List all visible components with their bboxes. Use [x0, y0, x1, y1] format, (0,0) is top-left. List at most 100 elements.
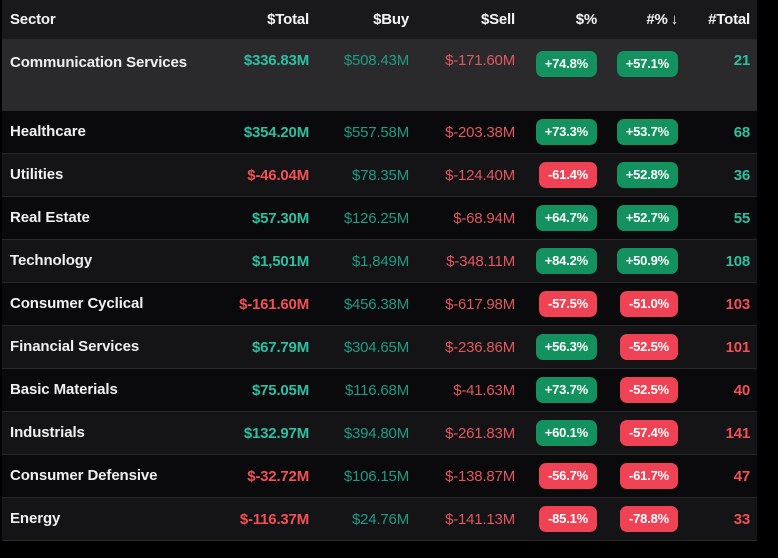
num-total-value: 101 [678, 339, 757, 356]
dollar-buy-value: $126.25M [309, 210, 409, 227]
dollar-sell-value: $-203.38M [409, 124, 515, 141]
num-total-value: 33 [678, 511, 757, 528]
dollar-buy-value: $557.58M [309, 124, 409, 141]
dollar-total-value: $-116.37M [209, 511, 309, 528]
num-total-value: 36 [678, 167, 757, 184]
column-header-num-pct-label: #% [646, 11, 667, 28]
dollar-pct-cell: +84.2% [515, 248, 597, 274]
sector-name: Communication Services [2, 40, 209, 74]
num-total-value: 40 [678, 382, 757, 399]
dollar-pct-badge: +60.1% [536, 420, 597, 446]
dollar-sell-value: $-41.63M [409, 382, 515, 399]
sector-table: Sector $Total $Buy $Sell $% #%↓ #Total C… [2, 0, 757, 541]
dollar-pct-cell: +64.7% [515, 205, 597, 231]
dollar-total-value: $-32.72M [209, 468, 309, 485]
dollar-total-value: $336.83M [209, 40, 309, 69]
num-total-value: 141 [678, 425, 757, 442]
num-pct-cell: -61.7% [597, 463, 678, 489]
dollar-pct-badge: -85.1% [539, 506, 597, 532]
table-row[interactable]: Consumer Cyclical $-161.60M $456.38M $-6… [2, 282, 757, 325]
dollar-pct-cell: +60.1% [515, 420, 597, 446]
dollar-sell-value: $-261.83M [409, 425, 515, 442]
column-header-sector[interactable]: Sector [2, 11, 209, 28]
table-row[interactable]: Technology $1,501M $1,849M $-348.11M +84… [2, 239, 757, 282]
sector-name: Consumer Cyclical [2, 293, 209, 315]
dollar-sell-value: $-348.11M [409, 253, 515, 270]
dollar-buy-value: $106.15M [309, 468, 409, 485]
dollar-total-value: $132.97M [209, 425, 309, 442]
num-total-value: 21 [678, 40, 757, 69]
num-pct-cell: -51.0% [597, 291, 678, 317]
dollar-sell-value: $-236.86M [409, 339, 515, 356]
sector-name: Real Estate [2, 207, 209, 229]
dollar-total-value: $1,501M [209, 253, 309, 270]
num-total-value: 103 [678, 296, 757, 313]
table-row[interactable]: Financial Services $67.79M $304.65M $-23… [2, 325, 757, 368]
dollar-pct-badge: +73.7% [536, 377, 597, 403]
table-body: Communication Services $336.83M $508.43M… [2, 40, 757, 541]
sector-name: Industrials [2, 422, 209, 444]
dollar-pct-cell: +73.7% [515, 377, 597, 403]
table-row[interactable]: Consumer Defensive $-32.72M $106.15M $-1… [2, 454, 757, 497]
dollar-buy-value: $116.68M [309, 382, 409, 399]
sector-name: Basic Materials [2, 379, 209, 401]
dollar-sell-value: $-68.94M [409, 210, 515, 227]
dollar-pct-badge: -57.5% [539, 291, 597, 317]
table-row[interactable]: Industrials $132.97M $394.80M $-261.83M … [2, 411, 757, 454]
column-header-num-pct[interactable]: #%↓ [597, 11, 678, 28]
num-pct-badge: -52.5% [620, 377, 678, 403]
dollar-pct-cell: +73.3% [515, 119, 597, 145]
table-header-row: Sector $Total $Buy $Sell $% #%↓ #Total [2, 0, 757, 40]
dollar-pct-badge: +56.3% [536, 334, 597, 360]
dollar-buy-value: $394.80M [309, 425, 409, 442]
dollar-pct-badge: +64.7% [536, 205, 597, 231]
num-total-value: 108 [678, 253, 757, 270]
table-row[interactable]: Basic Materials $75.05M $116.68M $-41.63… [2, 368, 757, 411]
dollar-sell-value: $-617.98M [409, 296, 515, 313]
dollar-pct-badge: -56.7% [539, 463, 597, 489]
column-header-dollar-buy[interactable]: $Buy [309, 11, 409, 28]
dollar-total-value: $-46.04M [209, 167, 309, 184]
dollar-buy-value: $456.38M [309, 296, 409, 313]
num-pct-badge: +57.1% [617, 51, 678, 77]
dollar-buy-value: $78.35M [309, 167, 409, 184]
table-row[interactable]: Healthcare $354.20M $557.58M $-203.38M +… [2, 110, 757, 153]
dollar-buy-value: $508.43M [309, 40, 409, 69]
column-header-dollar-pct[interactable]: $% [515, 11, 597, 28]
num-pct-cell: +52.8% [597, 162, 678, 188]
dollar-pct-cell: -56.7% [515, 463, 597, 489]
num-pct-cell: -78.8% [597, 506, 678, 532]
dollar-total-value: $75.05M [209, 382, 309, 399]
dollar-pct-cell: +56.3% [515, 334, 597, 360]
dollar-sell-value: $-138.87M [409, 468, 515, 485]
table-row[interactable]: Energy $-116.37M $24.76M $-141.13M -85.1… [2, 497, 757, 540]
sector-name: Technology [2, 250, 209, 272]
dollar-buy-value: $24.76M [309, 511, 409, 528]
num-pct-badge: +50.9% [617, 248, 678, 274]
num-pct-cell: -57.4% [597, 420, 678, 446]
table-row[interactable]: Communication Services $336.83M $508.43M… [2, 40, 757, 110]
sector-name: Energy [2, 508, 209, 530]
dollar-pct-cell: +74.8% [515, 40, 597, 77]
num-pct-cell: +53.7% [597, 119, 678, 145]
dollar-total-value: $-161.60M [209, 296, 309, 313]
num-pct-badge: -51.0% [620, 291, 678, 317]
dollar-sell-value: $-124.40M [409, 167, 515, 184]
sector-name: Utilities [2, 164, 209, 186]
dollar-pct-cell: -61.4% [515, 162, 597, 188]
column-header-dollar-total[interactable]: $Total [209, 11, 309, 28]
sector-name: Financial Services [2, 336, 209, 358]
column-header-dollar-sell[interactable]: $Sell [409, 11, 515, 28]
table-row[interactable]: Real Estate $57.30M $126.25M $-68.94M +6… [2, 196, 757, 239]
sector-name: Consumer Defensive [2, 465, 209, 487]
dollar-pct-badge: -61.4% [539, 162, 597, 188]
dollar-sell-value: $-171.60M [409, 40, 515, 69]
dollar-total-value: $67.79M [209, 339, 309, 356]
dollar-pct-badge: +84.2% [536, 248, 597, 274]
dollar-pct-badge: +73.3% [536, 119, 597, 145]
num-pct-cell: -52.5% [597, 334, 678, 360]
table-row[interactable]: Utilities $-46.04M $78.35M $-124.40M -61… [2, 153, 757, 196]
sector-name: Healthcare [2, 121, 209, 143]
num-pct-badge: -61.7% [620, 463, 678, 489]
column-header-num-total[interactable]: #Total [678, 11, 757, 28]
